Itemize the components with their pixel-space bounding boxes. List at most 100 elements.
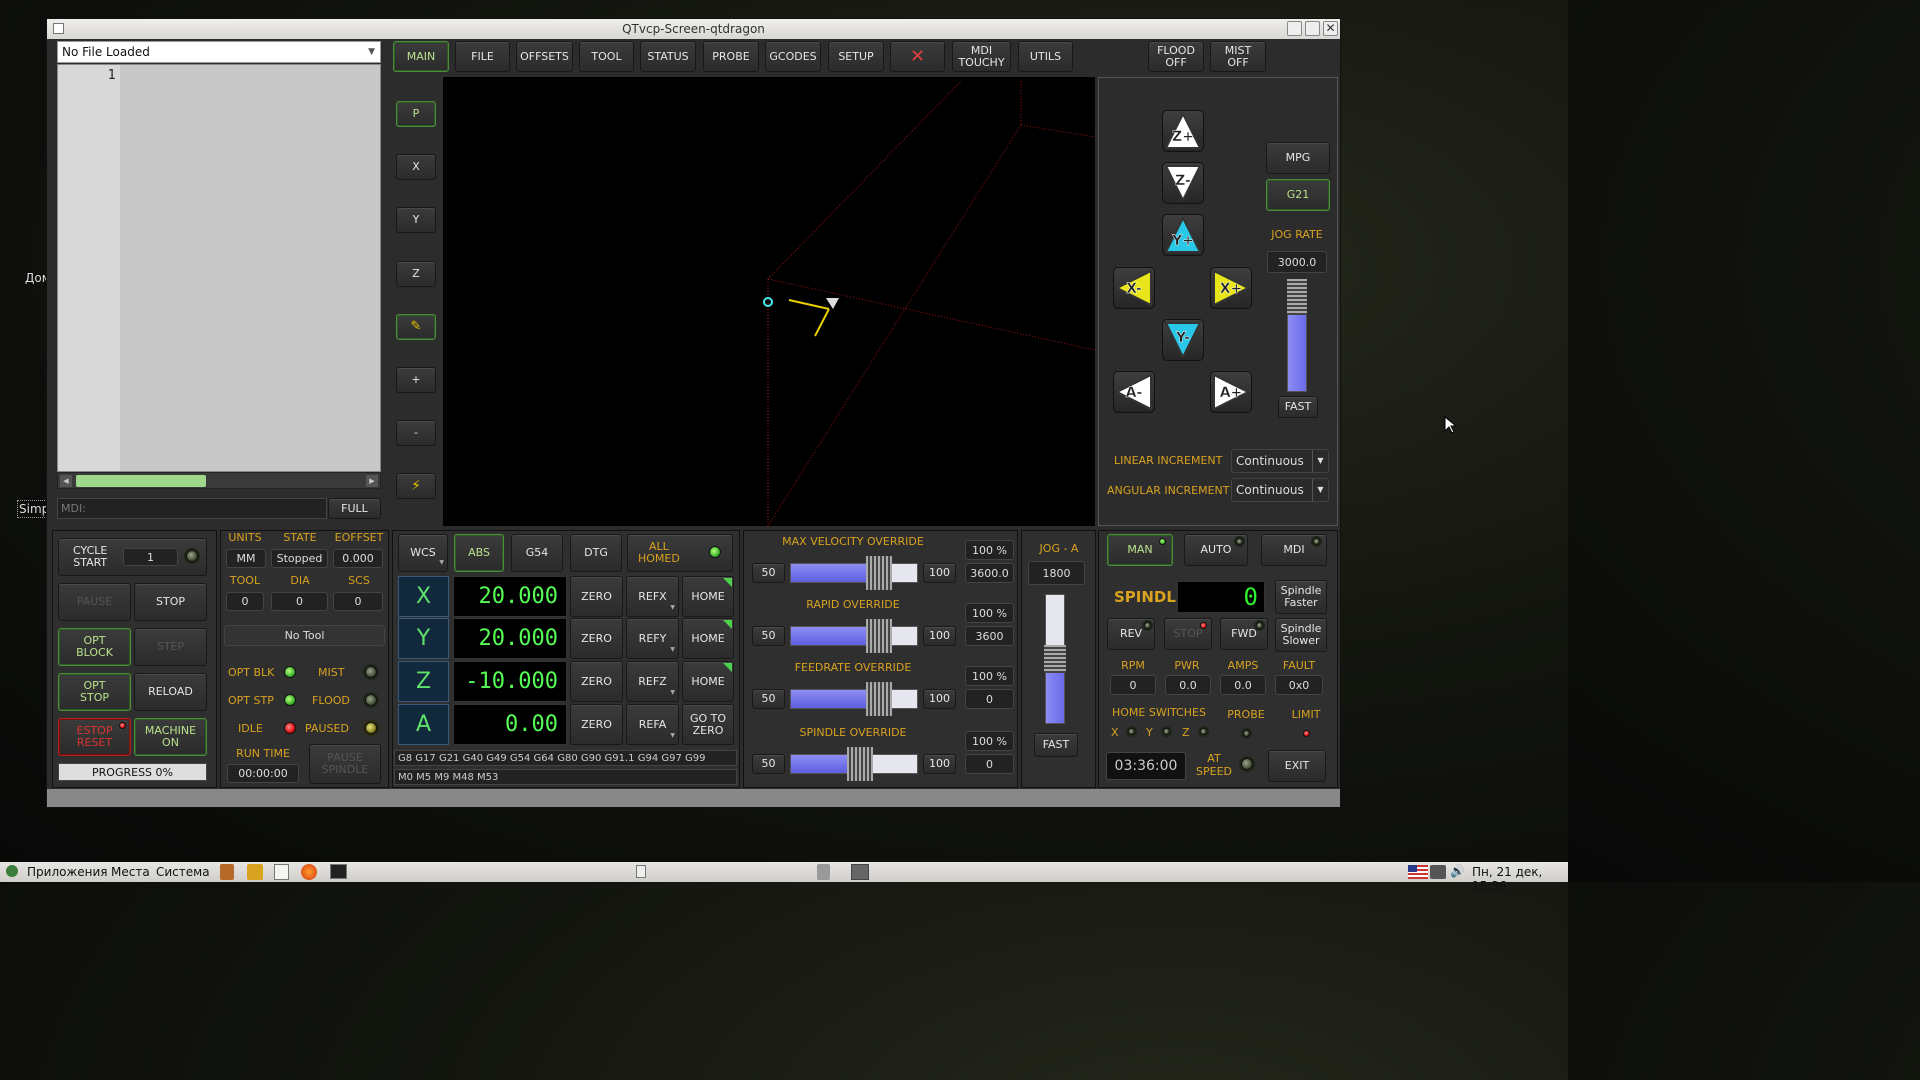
override-max-button[interactable]: 100 xyxy=(923,563,956,583)
scroll-thumb[interactable] xyxy=(76,475,206,487)
tab-mdi-touchy[interactable]: MDI TOUCHY xyxy=(952,41,1011,72)
launcher-icon[interactable] xyxy=(220,864,234,880)
jog-y-minus-button[interactable]: Y- xyxy=(1162,319,1204,361)
slider-handle[interactable] xyxy=(847,747,874,781)
override-min-button[interactable]: 50 xyxy=(752,689,785,709)
g21-button[interactable]: G21 xyxy=(1266,179,1330,211)
zero-z-button[interactable]: ZERO xyxy=(570,661,623,702)
close-icon[interactable]: ✕ xyxy=(1323,21,1338,36)
tab-setup[interactable]: SETUP xyxy=(828,41,884,72)
title-bar[interactable]: QTvcp-Screen-qtdragon ✕ xyxy=(47,19,1340,39)
tab-gcodes[interactable]: GCODES xyxy=(765,41,821,72)
abs-button[interactable]: ABS xyxy=(454,534,504,572)
launcher-icon[interactable] xyxy=(247,864,263,880)
volume-icon[interactable]: 🔊 xyxy=(1450,864,1465,878)
gcode-graphics[interactable] xyxy=(443,77,1096,527)
zoom-in-button[interactable]: + xyxy=(396,367,436,393)
slider-handle[interactable] xyxy=(1044,645,1066,673)
dro-axis-a[interactable]: A xyxy=(398,704,449,745)
stop-button[interactable]: STOP xyxy=(134,583,207,621)
tab-status[interactable]: STATUS xyxy=(640,41,696,72)
jog-a-plus-button[interactable]: A+ xyxy=(1210,371,1252,413)
dro-axis-x[interactable]: X xyxy=(398,576,449,617)
jog-y-plus-button[interactable]: Y+ xyxy=(1162,214,1204,256)
go-to-zero-button[interactable]: GO TO ZERO xyxy=(682,704,734,745)
minimize-icon[interactable] xyxy=(1287,21,1302,36)
slider-handle[interactable] xyxy=(866,619,893,653)
pause-button[interactable]: PAUSE xyxy=(58,583,131,621)
trash-icon[interactable] xyxy=(817,864,830,880)
jog-a-fast-button[interactable]: FAST xyxy=(1034,733,1078,757)
jog-fast-button[interactable]: FAST xyxy=(1278,396,1318,418)
wcs-button[interactable]: WCS ▼ xyxy=(398,534,448,572)
jog-z-minus-button[interactable]: Z- xyxy=(1162,162,1204,204)
slider-handle[interactable] xyxy=(866,556,893,590)
mdi-full-button[interactable]: FULL xyxy=(328,498,381,519)
home-y-button[interactable]: HOME xyxy=(682,618,734,659)
exit-button[interactable]: EXIT xyxy=(1268,750,1326,782)
override-max-button[interactable]: 100 xyxy=(923,754,956,774)
view-dimension-button[interactable]: ✎ xyxy=(396,313,436,340)
angular-increment-combo[interactable]: Continuous ▼ xyxy=(1231,478,1329,502)
override-min-button[interactable]: 50 xyxy=(752,563,785,583)
override-slider[interactable] xyxy=(790,682,918,716)
gcode-editor[interactable]: 1 xyxy=(57,64,381,472)
show-desktop-icon[interactable] xyxy=(636,865,646,878)
menu-system[interactable]: Система xyxy=(156,865,210,879)
spindle-faster-button[interactable]: Spindle Faster xyxy=(1275,580,1327,614)
jog-x-plus-button[interactable]: X+ xyxy=(1210,267,1252,309)
override-max-button[interactable]: 100 xyxy=(923,689,956,709)
opt-block-button[interactable]: OPT BLOCK xyxy=(58,628,131,666)
gnome-foot-icon[interactable] xyxy=(6,865,18,877)
mist-button[interactable]: MIST OFF xyxy=(1210,41,1266,72)
override-slider[interactable] xyxy=(790,556,918,590)
dtg-button[interactable]: DTG xyxy=(570,534,622,572)
view-y-button[interactable]: Y xyxy=(396,207,436,234)
window-menu-icon[interactable] xyxy=(53,23,64,34)
ref-z-button[interactable]: REFZ ▼ xyxy=(626,661,679,702)
spindle-slower-button[interactable]: Spindle Slower xyxy=(1275,618,1327,652)
file-combo[interactable]: No File Loaded ▼ xyxy=(57,41,381,63)
tab-offsets[interactable]: OFFSETS xyxy=(516,41,573,72)
home-x-button[interactable]: HOME xyxy=(682,576,734,617)
jog-a-slider[interactable] xyxy=(1044,594,1066,724)
tab-file[interactable]: FILE xyxy=(455,41,510,72)
scroll-right-icon[interactable]: ▶ xyxy=(366,475,378,487)
tab-main[interactable]: MAIN xyxy=(393,41,449,72)
editor-hscrollbar[interactable]: ◀ ▶ xyxy=(57,472,381,489)
editor-icon[interactable] xyxy=(274,864,289,880)
ref-x-button[interactable]: REFX ▼ xyxy=(626,576,679,617)
clock[interactable]: Пн, 21 дек, 15:36 xyxy=(1472,865,1568,893)
view-p-button[interactable]: P xyxy=(396,101,436,127)
flood-button[interactable]: FLOOD OFF xyxy=(1148,41,1204,72)
dro-axis-y[interactable]: Y xyxy=(398,618,449,659)
override-slider[interactable] xyxy=(790,619,918,653)
menu-places[interactable]: Места xyxy=(111,865,150,879)
firefox-icon[interactable] xyxy=(301,864,317,880)
ref-y-button[interactable]: REFY ▼ xyxy=(626,618,679,659)
override-max-button[interactable]: 100 xyxy=(923,626,956,646)
flag-us-icon[interactable] xyxy=(1408,865,1428,879)
mdi-input[interactable]: MDI: xyxy=(57,498,327,519)
scroll-left-icon[interactable]: ◀ xyxy=(60,475,72,487)
step-button[interactable]: STEP xyxy=(134,628,207,666)
jog-a-minus-button[interactable]: A- xyxy=(1113,371,1155,413)
home-z-button[interactable]: HOME xyxy=(682,661,734,702)
maximize-icon[interactable] xyxy=(1305,21,1320,36)
zoom-out-button[interactable]: - xyxy=(396,420,436,447)
tab-utils[interactable]: UTILS xyxy=(1018,41,1073,72)
machine-on-button[interactable]: MACHINE ON xyxy=(134,718,207,756)
zero-a-button[interactable]: ZERO xyxy=(570,704,623,745)
network-icon[interactable] xyxy=(1430,865,1446,879)
terminal-icon[interactable] xyxy=(330,864,347,879)
workspace-icon[interactable] xyxy=(851,864,869,880)
slider-handle[interactable] xyxy=(866,682,893,716)
g54-button[interactable]: G54 xyxy=(511,534,563,572)
override-min-button[interactable]: 50 xyxy=(752,626,785,646)
opt-stop-button[interactable]: OPT STOP xyxy=(58,673,131,711)
override-slider[interactable] xyxy=(790,747,918,781)
zero-x-button[interactable]: ZERO xyxy=(570,576,623,617)
jog-x-minus-button[interactable]: X- xyxy=(1113,267,1155,309)
override-min-button[interactable]: 50 xyxy=(752,754,785,774)
tab-tool[interactable]: TOOL xyxy=(579,41,634,72)
